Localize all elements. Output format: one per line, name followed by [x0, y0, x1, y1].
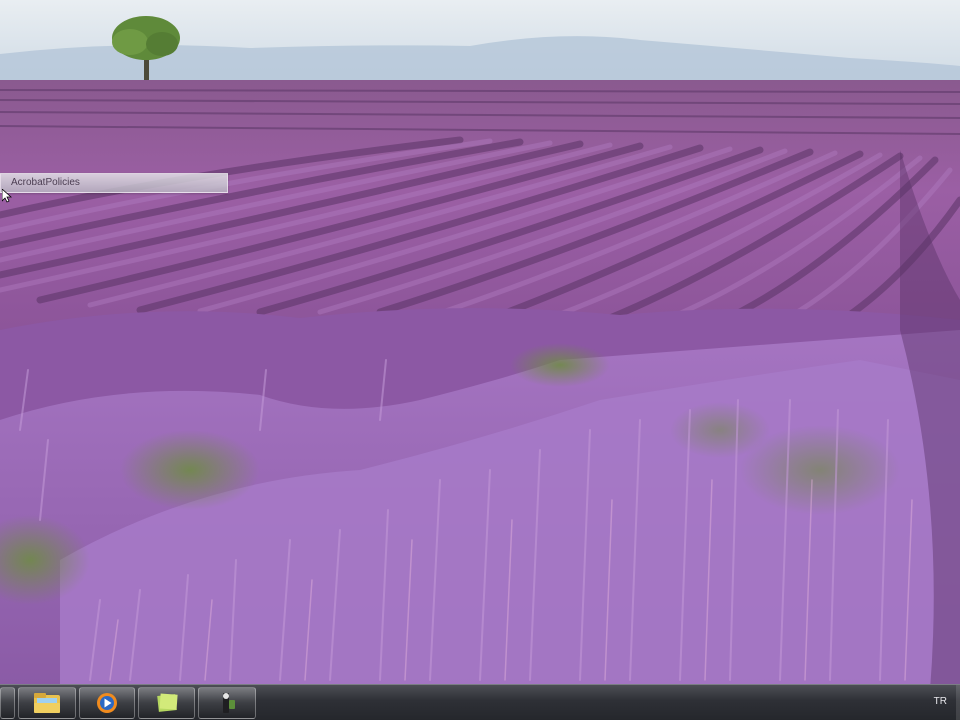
wallpaper-lavender-field	[0, 0, 960, 690]
media-player-icon	[97, 693, 117, 713]
folder-icon	[34, 693, 60, 713]
language-indicator[interactable]: TR	[934, 696, 947, 707]
start-button[interactable]	[0, 687, 15, 719]
desktop-item-drag-label[interactable]: AcrobatPolicies	[0, 173, 228, 193]
desktop[interactable]: AcrobatPolicies TR	[0, 0, 960, 720]
taskbar-sticky-notes-button[interactable]	[138, 687, 195, 719]
taskbar: TR	[0, 684, 960, 720]
taskbar-tools-button[interactable]	[198, 687, 256, 719]
taskbar-media-player-button[interactable]	[79, 687, 135, 719]
show-desktop-button[interactable]	[956, 685, 960, 720]
sticky-notes-icon	[156, 693, 178, 712]
taskbar-explorer-button[interactable]	[18, 687, 76, 719]
tools-icon	[223, 693, 235, 713]
mouse-cursor-icon	[2, 189, 12, 203]
drag-label-text: AcrobatPolicies	[11, 177, 80, 188]
